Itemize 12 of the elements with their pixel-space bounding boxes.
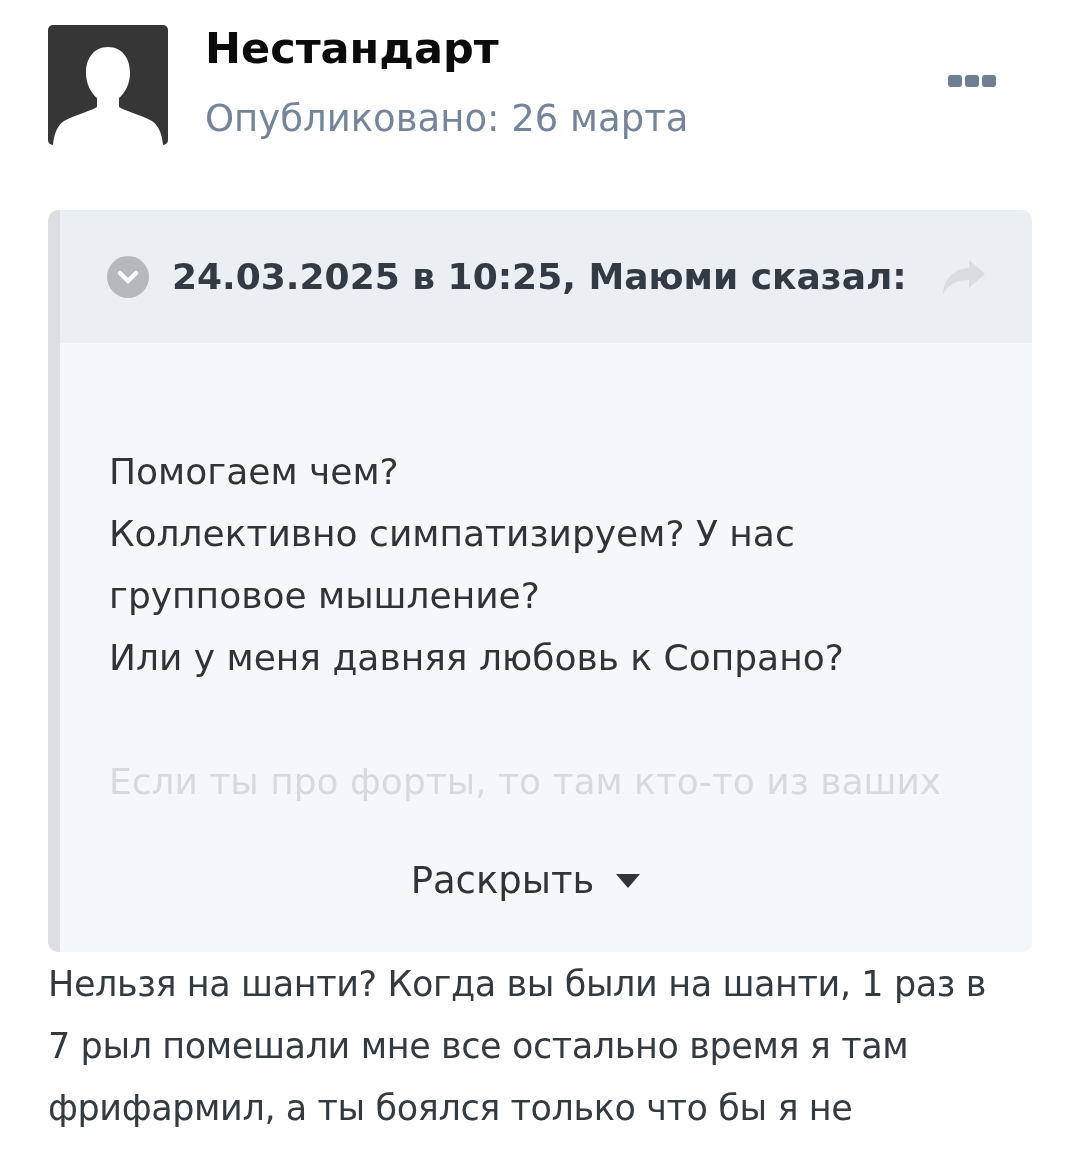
quote-text: Коллективно симпатизируем? У нас групповое мышление? — [109, 512, 796, 618]
expand-button[interactable]: Раскрыть — [400, 857, 651, 905]
author-name[interactable]: Нестандарт — [205, 24, 689, 72]
post-text: Нельзя на шанти? Когда вы были на шанти, 1 раз в 7 рыл помешали мне все остально время я там фрифармил, а ты боялся только что бы я не — [48, 963, 987, 1130]
quote-text: Помогаем чем? — [109, 450, 400, 494]
quote-attribution: 24.03.2025 в 10:25, Маюми сказал: — [172, 256, 907, 297]
avatar-silhouette-icon — [48, 25, 168, 145]
publish-date: Опубликовано: 26 марта — [205, 97, 689, 141]
quote-text: Или у меня давняя любовь к Сопрано? — [109, 636, 845, 680]
more-options-icon[interactable] — [948, 75, 996, 87]
caret-down-icon — [616, 874, 641, 888]
chevron-down-circle-icon[interactable] — [107, 255, 149, 298]
